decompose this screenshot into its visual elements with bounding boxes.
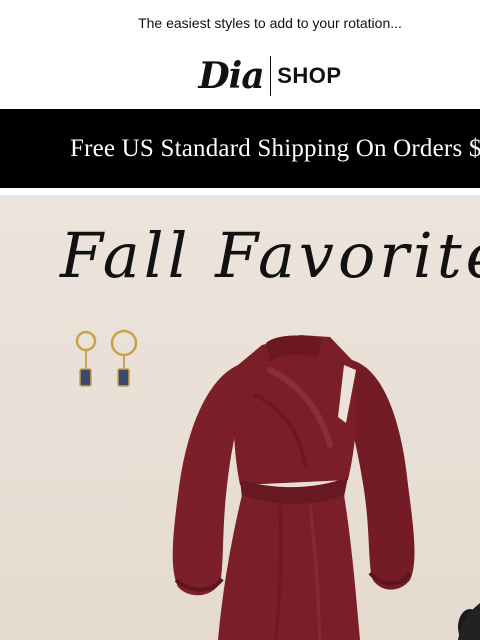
shipping-banner-text: Free US Standard Shipping On Orders $1	[70, 134, 480, 162]
earrings-image	[75, 329, 138, 387]
brand-logo[interactable]: Dia SHOP	[0, 50, 480, 102]
accessory-image	[458, 603, 480, 640]
brand-logo-shop: SHOP	[277, 63, 342, 88]
preheader-text: The easiest styles to add to your rotati…	[138, 15, 402, 31]
logo-divider	[269, 56, 272, 96]
shipping-banner[interactable]: Free US Standard Shipping On Orders $1	[0, 109, 480, 188]
hero-banner[interactable]: Fall Favorite	[0, 195, 480, 640]
preheader: The easiest styles to add to your rotati…	[0, 0, 480, 46]
dress-image	[172, 335, 415, 640]
brand-logo-script: Dia	[198, 55, 264, 97]
hero-title: Fall Favorite	[60, 219, 480, 292]
